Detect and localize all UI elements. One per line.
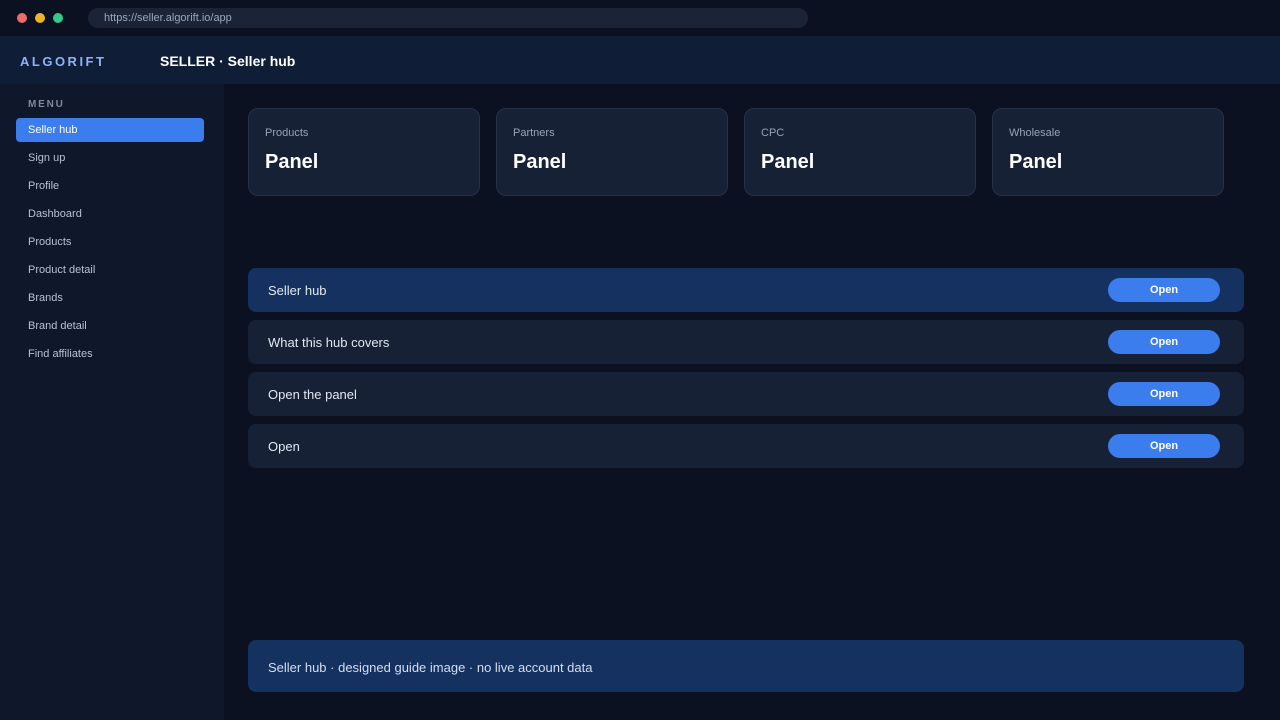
sidebar-item-brand-detail[interactable]: Brand detail — [16, 314, 204, 338]
card-cpc[interactable]: CPC Panel — [744, 108, 976, 196]
sidebar-item-product-detail[interactable]: Product detail — [16, 258, 204, 282]
window-close-dot[interactable] — [17, 13, 27, 23]
card-value: Panel — [513, 151, 567, 173]
page-title: SELLER · Seller hub — [160, 53, 296, 69]
brand-logo[interactable]: ALGORIFT — [20, 54, 106, 69]
card-wholesale[interactable]: Wholesale Panel — [992, 108, 1224, 196]
window-maximize-dot[interactable] — [53, 13, 63, 23]
card-value: Panel — [1009, 151, 1063, 173]
footer-note-text: Seller hub · designed guide image · no l… — [268, 660, 593, 675]
row-label: Open — [268, 439, 300, 454]
row-label: What this hub covers — [268, 335, 390, 350]
card-partners[interactable]: Partners Panel — [496, 108, 728, 196]
row-label: Seller hub — [268, 283, 327, 298]
sidebar-item-seller-hub[interactable]: Seller hub — [16, 118, 204, 142]
open-button[interactable]: Open — [1108, 434, 1220, 458]
menu-heading: MENU — [28, 99, 65, 110]
list-row-seller-hub: Seller hub Open — [248, 268, 1244, 312]
address-bar[interactable]: https://seller.algorift.io/app — [88, 8, 808, 28]
card-label: Products — [265, 127, 309, 139]
open-button[interactable]: Open — [1108, 278, 1220, 302]
browser-chrome: https://seller.algorift.io/app — [0, 0, 1280, 36]
sidebar-item-profile[interactable]: Profile — [16, 174, 204, 198]
card-products[interactable]: Products Panel — [248, 108, 480, 196]
card-value: Panel — [265, 151, 319, 173]
sidebar-item-products[interactable]: Products — [16, 230, 204, 254]
app-header: ALGORIFT SELLER · Seller hub — [0, 36, 1280, 84]
sidebar-item-brands[interactable]: Brands — [16, 286, 204, 310]
sidebar: MENU Seller hub Sign up Profile Dashboar… — [0, 84, 224, 720]
card-label: Wholesale — [1009, 127, 1061, 139]
sidebar-item-find-affiliates[interactable]: Find affiliates — [16, 342, 204, 366]
list-row-what-this-hub-covers: What this hub covers Open — [248, 320, 1244, 364]
open-button[interactable]: Open — [1108, 382, 1220, 406]
list-row-open-the-panel: Open the panel Open — [248, 372, 1244, 416]
card-value: Panel — [761, 151, 815, 173]
window-minimize-dot[interactable] — [35, 13, 45, 23]
footer-note: Seller hub · designed guide image · no l… — [248, 640, 1244, 692]
main-content: Products Panel Partners Panel CPC Panel … — [224, 84, 1280, 720]
row-label: Open the panel — [268, 387, 357, 402]
sidebar-nav: Seller hub Sign up Profile Dashboard Pro… — [16, 118, 204, 370]
card-label: Partners — [513, 127, 555, 139]
card-label: CPC — [761, 127, 785, 139]
sidebar-item-sign-up[interactable]: Sign up — [16, 146, 204, 170]
sidebar-item-dashboard[interactable]: Dashboard — [16, 202, 204, 226]
open-button[interactable]: Open — [1108, 330, 1220, 354]
list-row-open: Open Open — [248, 424, 1244, 468]
